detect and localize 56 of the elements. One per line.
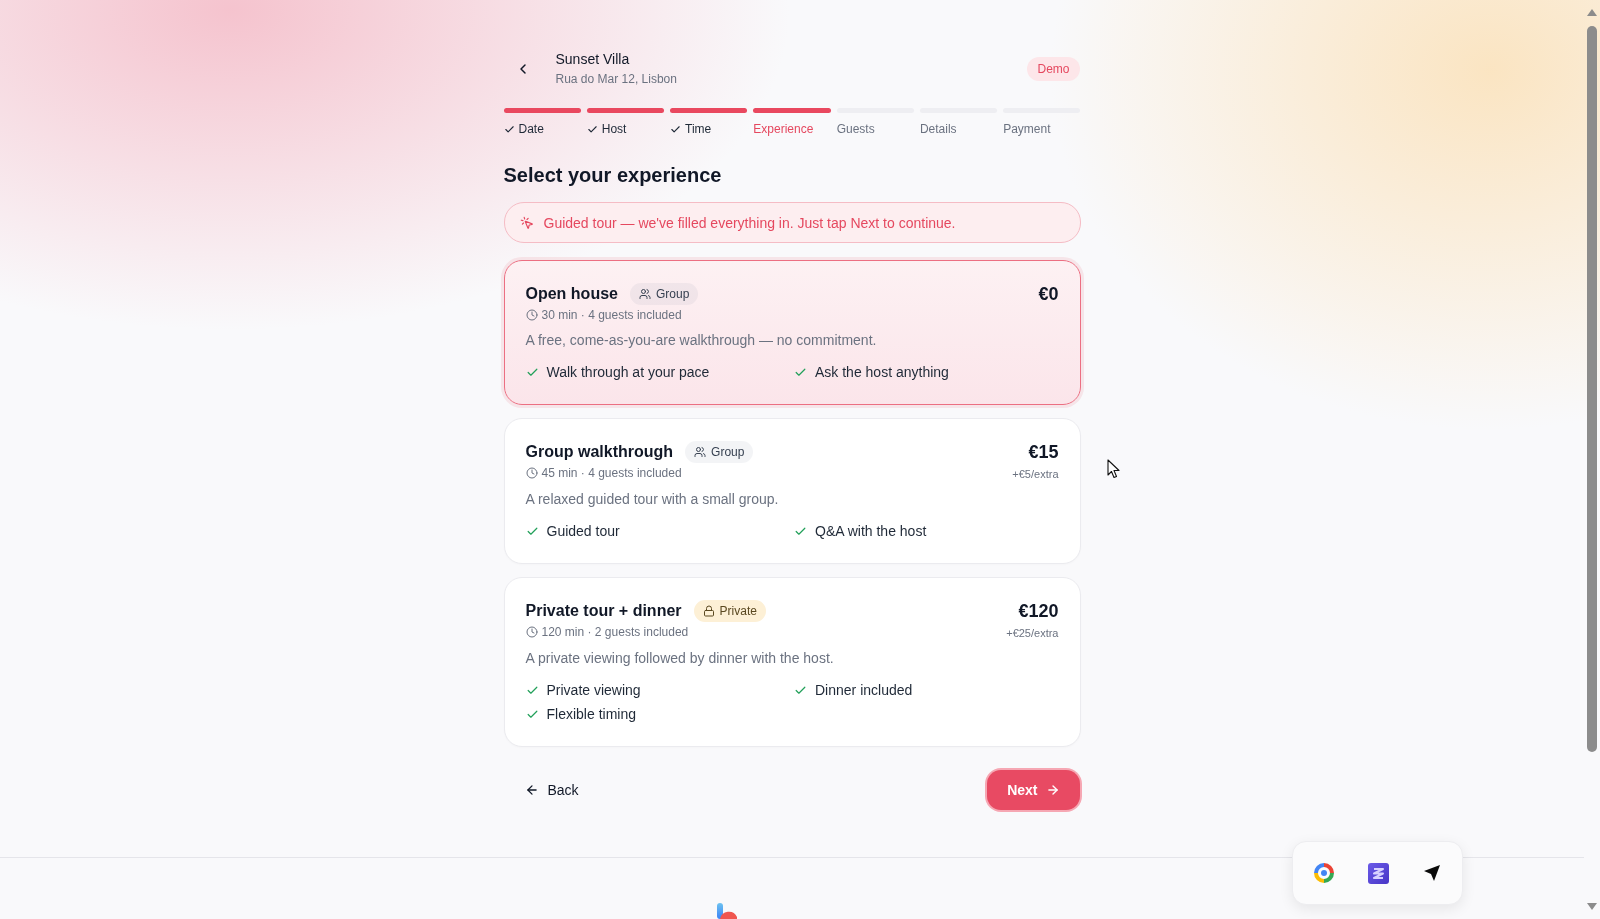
step-label[interactable]: Time [685,121,712,137]
card-description: A relaxed guided tour with a small group. [525,490,780,509]
price-text: €0 [1038,283,1059,305]
price-text: €120 [1018,600,1059,622]
brand-logo-icon [715,903,738,919]
step-label[interactable]: Date [518,121,544,137]
navigation-arrow-icon[interactable] [1423,864,1441,882]
experience-card[interactable]: Open house Group 30 min · 4 guests included €0 A free, come-as-you-are walkthrough — no commitment. Walk through at your pace Ask the host anything [503,260,1081,405]
card-description: A private viewing followed by dinner with the host. [525,649,835,668]
lock-icon [702,605,715,617]
card-title: Group walkthrough [525,442,674,462]
back-link-button[interactable]: Back [518,772,585,808]
feature-text: Private viewing [546,681,641,700]
step-label[interactable]: Experience [753,121,814,137]
meta-text: 120 min · 2 guests included [541,624,689,640]
people-icon [694,446,707,458]
meta-text: 45 min · 4 guests included [541,465,682,481]
feature-text: Q&A with the host [815,522,927,541]
feature-text: Walk through at your pace [546,363,710,382]
experience-card[interactable]: Group walkthrough Group 45 min · 4 guests included €15 +€5/extra A relaxed guided tour with a small group. Guided tour Q&A with the host [503,418,1081,564]
price-note: +€5/extra [1012,467,1059,482]
mouse-cursor-icon [1107,459,1120,479]
place-title: Sunset Villa [555,50,631,68]
card-title: Private tour + dinner [525,601,682,621]
card-description: A free, come-as-you-are walkthrough — no commitment. [525,331,878,350]
people-icon [638,288,651,300]
demo-badge: Demo [1027,56,1080,81]
feature-text: Ask the host anything [815,363,949,382]
page-heading: Select your experience [503,163,723,188]
card-title: Open house [525,284,618,304]
tag-label: Private [719,603,757,619]
ring-icon[interactable] [1314,863,1334,883]
clock-icon [525,467,538,479]
step-label[interactable]: Guests [836,121,875,137]
tag-label: Group [711,444,745,460]
meta-text: 30 min · 4 guests included [541,307,682,323]
experience-card[interactable]: Private tour + dinner Private 120 min · 2 guests included €120 +€25/extra A private viewing followed by dinner with the host. Private viewing Dinner included Flexible timing [503,577,1081,747]
pointer-click-icon [519,215,534,230]
clock-icon [525,309,538,321]
step-label[interactable]: Host [601,121,627,137]
scroll-up-arrow-icon[interactable] [1587,9,1597,16]
zigzag-tile-icon[interactable] [1368,862,1389,884]
price-note: +€25/extra [1006,626,1059,641]
tag-label: Group [655,286,690,302]
address-text: Rua do Mar 12, Lisbon [555,71,677,87]
scroll-down-arrow-icon[interactable] [1587,903,1597,910]
feature-text: Flexible timing [546,705,636,724]
feature-text: Guided tour [546,522,620,541]
feature-text: Dinner included [815,681,913,700]
clock-icon [525,626,538,638]
price-text: €15 [1028,441,1059,463]
step-label[interactable]: Details [919,121,957,137]
next-button[interactable]: Next [987,770,1080,810]
step-label[interactable]: Payment [1003,121,1051,137]
scrollbar-thumb[interactable] [1587,26,1597,752]
notice-text: Guided tour — we've filled everything in. Just tap Next to continue. [543,213,956,233]
